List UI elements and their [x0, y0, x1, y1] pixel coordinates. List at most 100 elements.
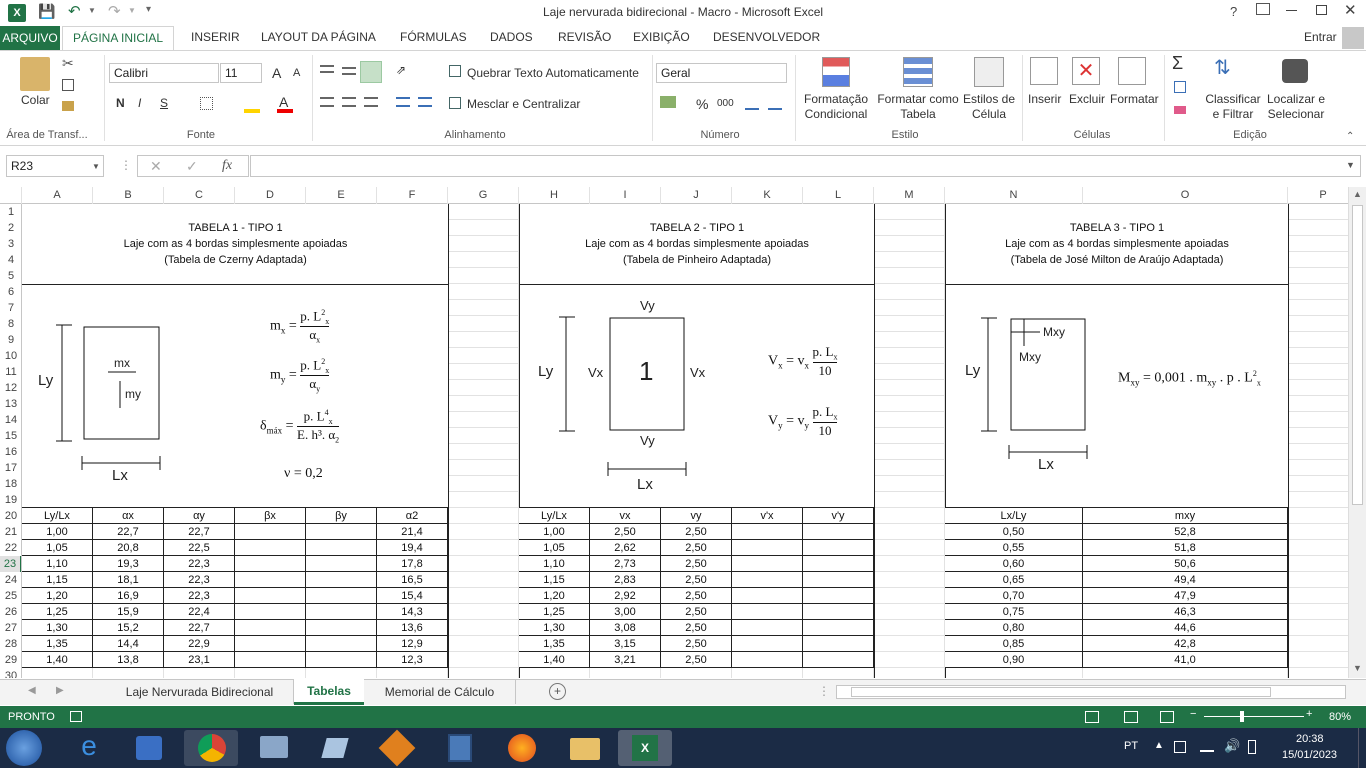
row-header[interactable]: 22	[0, 540, 21, 556]
table2-cell[interactable]	[803, 604, 874, 620]
table3-cell[interactable]: 0,80	[945, 620, 1083, 636]
vertical-scrollbar[interactable]: ▲ ▼	[1348, 187, 1366, 678]
show-desktop-button[interactable]	[1358, 728, 1366, 768]
thousands-button[interactable]: 000	[717, 98, 734, 109]
table1-cell[interactable]: 22,3	[164, 588, 235, 604]
media-player-icon[interactable]	[122, 730, 176, 766]
table2-header-cell[interactable]: v'x	[732, 508, 803, 524]
fill-icon[interactable]	[1174, 81, 1186, 93]
font-name-select[interactable]: Calibri	[109, 63, 219, 83]
table1-cell[interactable]	[306, 540, 377, 556]
table3-cell[interactable]: 41,0	[1083, 652, 1288, 668]
row-header[interactable]: 9	[0, 332, 21, 348]
battery-icon[interactable]	[1248, 740, 1256, 754]
table2-cell[interactable]	[803, 620, 874, 636]
delete-button[interactable]: Excluir	[1069, 92, 1105, 106]
table1-cell[interactable]	[235, 636, 306, 652]
table2-cell[interactable]	[732, 572, 803, 588]
cell-styles-button[interactable]: Estilos de Célula	[961, 92, 1017, 122]
table1-cell[interactable]	[235, 540, 306, 556]
table1-header-cell[interactable]: αx	[93, 508, 164, 524]
row-header[interactable]: 17	[0, 460, 21, 476]
tab-view[interactable]: EXIBIÇÃO	[633, 30, 690, 44]
row-header[interactable]: 21	[0, 524, 21, 540]
enter-icon[interactable]: ✓	[186, 158, 198, 175]
font-size-select[interactable]: 11	[220, 63, 262, 83]
row-header[interactable]: 11	[0, 364, 21, 380]
network-icon[interactable]	[1200, 742, 1214, 752]
table1-cell[interactable]: 1,05	[22, 540, 93, 556]
table1-cell[interactable]: 22,7	[164, 524, 235, 540]
row-header[interactable]: 25	[0, 588, 21, 604]
row-header[interactable]: 30	[0, 668, 21, 678]
select-all-button[interactable]	[0, 187, 22, 204]
row-header[interactable]: 19	[0, 492, 21, 508]
table1-cell[interactable]: 19,4	[377, 540, 448, 556]
table1-cell[interactable]: 18,1	[93, 572, 164, 588]
table2-cell[interactable]	[732, 652, 803, 668]
sheet-tab-memorial[interactable]: Memorial de Cálculo	[364, 680, 516, 704]
conditional-format-button[interactable]: Formatação Condicional	[803, 92, 869, 122]
clock-date[interactable]: 15/01/2023	[1282, 749, 1337, 761]
increase-indent-icon[interactable]	[418, 97, 432, 107]
table2-cell[interactable]	[732, 556, 803, 572]
number-format-select[interactable]: Geral	[656, 63, 787, 83]
table3-cell[interactable]: 0,90	[945, 652, 1083, 668]
table2-cell[interactable]: 2,50	[661, 588, 732, 604]
ribbon-display-icon[interactable]	[1256, 3, 1270, 15]
row-header[interactable]: 14	[0, 412, 21, 428]
network-app-icon[interactable]	[246, 730, 300, 766]
row-header[interactable]: 2	[0, 220, 21, 236]
fill-color-icon[interactable]	[244, 109, 260, 113]
column-header-k[interactable]: K	[732, 187, 803, 204]
row-header[interactable]: 26	[0, 604, 21, 620]
column-header-o[interactable]: O	[1083, 187, 1288, 204]
orientation-icon[interactable]: ⇗	[396, 63, 406, 77]
tab-insert[interactable]: INSERIR	[191, 30, 240, 44]
table2-cell[interactable]: 3,08	[590, 620, 661, 636]
name-box[interactable]: R23	[6, 155, 104, 177]
table1-cell[interactable]: 1,20	[22, 588, 93, 604]
row-header[interactable]: 28	[0, 636, 21, 652]
table3-cell[interactable]: 0,65	[945, 572, 1083, 588]
table2-header-cell[interactable]: Ly/Lx	[519, 508, 590, 524]
table2-cell[interactable]	[803, 540, 874, 556]
table2-cell[interactable]: 1,25	[519, 604, 590, 620]
scanner-icon[interactable]	[308, 730, 362, 766]
zoom-slider[interactable]	[1204, 716, 1304, 717]
table1-cell[interactable]: 13,8	[93, 652, 164, 668]
table1-cell[interactable]	[306, 636, 377, 652]
row-header[interactable]: 4	[0, 252, 21, 268]
table2-header-cell[interactable]: vx	[590, 508, 661, 524]
zoom-in-icon[interactable]: +	[1306, 708, 1312, 720]
row-header[interactable]: 13	[0, 396, 21, 412]
table3-cell[interactable]: 52,8	[1083, 524, 1288, 540]
sign-in-link[interactable]: Entrar	[1304, 30, 1337, 44]
table1-cell[interactable]: 1,10	[22, 556, 93, 572]
prev-sheet-icon[interactable]: ◀	[28, 685, 36, 696]
decrease-indent-icon[interactable]	[396, 97, 410, 107]
table1-cell[interactable]: 1,40	[22, 652, 93, 668]
horizontal-scroll-thumb[interactable]	[851, 687, 1271, 697]
table1-header-cell[interactable]: αy	[164, 508, 235, 524]
table2-cell[interactable]: 2,50	[661, 524, 732, 540]
table3-cell[interactable]: 0,70	[945, 588, 1083, 604]
align-right-icon[interactable]	[364, 97, 378, 107]
align-middle-icon[interactable]	[342, 67, 356, 75]
table1-cell[interactable]: 1,00	[22, 524, 93, 540]
table1-cell[interactable]: 14,3	[377, 604, 448, 620]
column-header-c[interactable]: C	[164, 187, 235, 204]
table1-cell[interactable]: 22,9	[164, 636, 235, 652]
table2-cell[interactable]	[803, 652, 874, 668]
table2-cell[interactable]: 1,05	[519, 540, 590, 556]
avatar[interactable]	[1342, 27, 1364, 49]
table1-cell[interactable]	[306, 620, 377, 636]
zoom-out-icon[interactable]: −	[1190, 708, 1196, 720]
table2-cell[interactable]: 2,83	[590, 572, 661, 588]
table1-cell[interactable]: 16,9	[93, 588, 164, 604]
tab-formulas[interactable]: FÓRMULAS	[400, 30, 467, 44]
expand-formula-icon[interactable]: ▼	[1346, 160, 1355, 170]
volume-icon[interactable]: 🔊	[1224, 738, 1240, 754]
row-header[interactable]: 29	[0, 652, 21, 668]
merge-center-button[interactable]: Mesclar e Centralizar	[467, 97, 580, 111]
